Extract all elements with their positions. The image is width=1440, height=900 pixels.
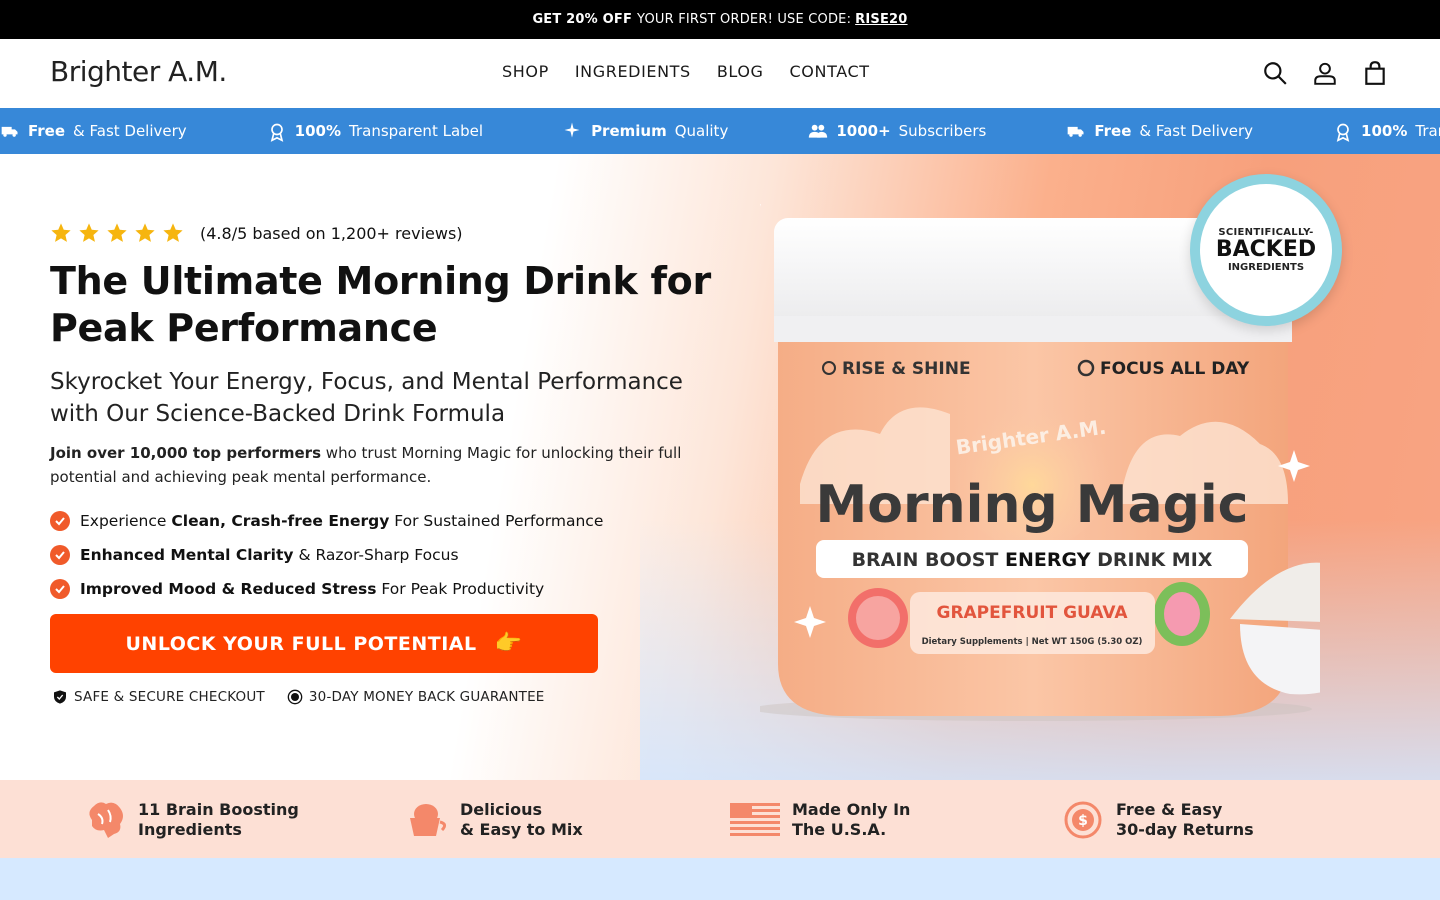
coin-icon: [287, 689, 303, 705]
svg-text:BRAIN BOOST ENERGY DRINK MIX: BRAIN BOOST ENERGY DRINK MIX: [852, 549, 1213, 571]
svg-text:GRAPEFRUIT GUAVA: GRAPEFRUIT GUAVA: [936, 603, 1128, 623]
cup-icon: [410, 804, 447, 836]
benefit-list: Experience Clean, Crash-free Energy For …: [50, 504, 603, 606]
feature-item: 11 Brain Boosting Ingredients: [84, 800, 299, 840]
users-icon: [808, 121, 828, 141]
nav-blog[interactable]: BLOG: [717, 62, 764, 81]
award-icon: [267, 121, 287, 142]
pointing-hand-icon: 👉: [494, 631, 523, 656]
strip-item: Premium Quality: [563, 121, 728, 141]
announcement-text: YOUR FIRST ORDER! USE CODE:: [637, 12, 852, 27]
strip-item: Free & Fast Delivery: [0, 121, 187, 141]
svg-text:RISE & SHINE: RISE & SHINE: [842, 359, 971, 379]
main-nav: SHOP INGREDIENTS BLOG CONTACT: [502, 62, 870, 81]
star-icon: [51, 223, 71, 242]
announcement-bar: GET 20% OFF YOUR FIRST ORDER! USE CODE: …: [0, 0, 1440, 39]
promo-code[interactable]: RISE20: [855, 12, 907, 27]
star-icon: [79, 223, 99, 242]
benefit-item: Enhanced Mental Clarity & Razor-Sharp Fo…: [50, 538, 603, 572]
benefits-strip: Free & Fast Delivery 100% Transparent Labe…: [0, 108, 1440, 154]
hero-section: (4.8/5 based on 1,200+ reviews) The Ulti…: [0, 154, 1440, 780]
flag-icon: [730, 803, 780, 837]
nav-ingredients[interactable]: INGREDIENTS: [575, 62, 691, 81]
site-header: Brighter A.M. SHOP INGREDIENTS BLOG CONT…: [0, 39, 1440, 108]
sparkle-icon: [563, 121, 583, 141]
svg-text:Dietary Supplements | Net WT 1: Dietary Supplements | Net WT 150G (5.30 …: [922, 637, 1143, 647]
announcement-bold: GET 20% OFF: [532, 12, 633, 27]
account-icon[interactable]: [1312, 60, 1338, 86]
hero-paragraph: Join over 10,000 top performers who trus…: [50, 444, 682, 486]
strip-item: 1000+ Subscribers: [808, 121, 986, 141]
svg-text:Morning Magic: Morning Magic: [815, 475, 1248, 535]
benefit-item: Improved Mood & Reduced Stress For Peak …: [50, 572, 603, 606]
truck-icon: [1066, 121, 1086, 141]
shield-icon: [54, 690, 66, 704]
feature-item: Made Only In The U.S.A.: [730, 800, 910, 840]
hero-title: The Ultimate Morning Drink for Peak Perf…: [50, 259, 711, 350]
next-section: [0, 858, 1440, 900]
search-icon[interactable]: [1262, 60, 1288, 86]
refund-icon: $: [1064, 801, 1102, 839]
strip-item: 100%Transparent Label: [267, 121, 483, 142]
award-icon: [1333, 121, 1353, 142]
star-icon: [107, 223, 127, 242]
star-icon: [135, 223, 155, 242]
feature-item: $ Free & Easy 30-day Returns: [1062, 800, 1254, 840]
benefit-item: Experience Clean, Crash-free Energy For …: [50, 504, 603, 538]
nav-shop[interactable]: SHOP: [502, 62, 549, 81]
check-icon: [50, 545, 70, 565]
scientifically-backed-badge: SCIENTIFICALLY- BACKED INGREDIENTS: [1190, 174, 1342, 326]
trust-badges: SAFE & SECURE CHECKOUT 30-DAY MONEY BACK…: [52, 689, 545, 705]
check-icon: [50, 579, 70, 599]
rating: (4.8/5 based on 1,200+ reviews): [50, 222, 463, 244]
brain-icon: [89, 802, 123, 838]
brand-logo[interactable]: Brighter A.M.: [50, 55, 227, 88]
strip-item: 100%Transparent Label: [1333, 121, 1440, 142]
rating-text: (4.8/5 based on 1,200+ reviews): [200, 223, 463, 243]
nav-contact[interactable]: CONTACT: [790, 62, 870, 81]
cta-button[interactable]: UNLOCK YOUR FULL POTENTIAL 👉: [50, 614, 598, 673]
money-back: 30-DAY MONEY BACK GUARANTEE: [287, 689, 545, 705]
check-icon: [50, 511, 70, 531]
secure-checkout: SAFE & SECURE CHECKOUT: [52, 689, 265, 705]
header-icons: [1262, 60, 1388, 86]
hero-subtitle: Skyrocket Your Energy, Focus, and Mental…: [50, 369, 683, 427]
svg-text:$: $: [1078, 813, 1088, 829]
cart-icon[interactable]: [1362, 60, 1388, 86]
star-icon: [163, 223, 183, 242]
strip-item: Free & Fast Delivery: [1066, 121, 1253, 141]
features-band: 11 Brain Boosting Ingredients Delicious & …: [0, 780, 1440, 858]
svg-text:FOCUS ALL DAY: FOCUS ALL DAY: [1100, 359, 1250, 379]
truck-icon: [0, 121, 20, 141]
feature-item: Delicious & Easy to Mix: [406, 800, 583, 840]
